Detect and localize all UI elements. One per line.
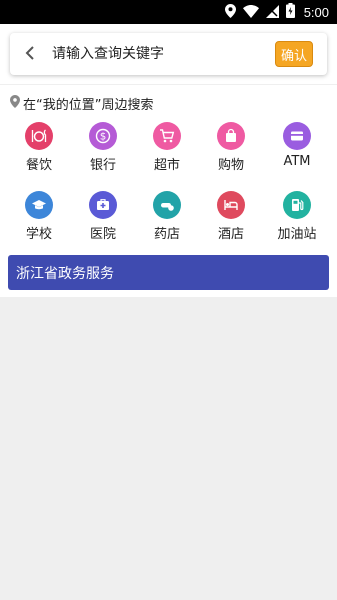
category-label: ATM: [283, 154, 311, 169]
pharmacy-pill-icon: [153, 191, 181, 219]
category-label: 餐饮: [25, 158, 52, 173]
category-label: 加油站: [277, 227, 317, 242]
dining-icon: [25, 122, 53, 150]
category-label: 学校: [25, 227, 52, 242]
hospital-icon: [89, 191, 117, 219]
category-dining[interactable]: 餐饮: [14, 122, 64, 173]
gas-station-icon: [283, 191, 311, 219]
category-label: 银行: [89, 158, 116, 173]
chevron-left-icon: [25, 45, 35, 64]
search-bar: 确认: [10, 33, 327, 75]
category-panel: 在“我的位置”周边搜索 餐饮 $ 银行 超市 购物 ATM 学校 医院 药店 酒…: [0, 85, 337, 297]
category-school[interactable]: 学校: [14, 191, 64, 242]
category-label: 超市: [153, 158, 180, 173]
atm-card-icon: [283, 122, 311, 150]
category-hotel[interactable]: 酒店: [206, 191, 256, 242]
battery-icon: [285, 2, 295, 22]
search-input[interactable]: [52, 41, 272, 67]
bank-icon: $: [89, 122, 117, 150]
category-shopping[interactable]: 购物: [206, 122, 256, 173]
back-button[interactable]: [18, 42, 42, 66]
svg-text:$: $: [100, 132, 106, 143]
status-icons: 5:00: [224, 0, 329, 24]
confirm-button[interactable]: 确认: [275, 41, 313, 67]
supermarket-cart-icon: [153, 122, 181, 150]
wifi-icon: [242, 3, 259, 22]
category-hospital[interactable]: 医院: [78, 191, 128, 242]
status-bar: 5:00: [0, 0, 337, 24]
category-bank[interactable]: $ 银行: [78, 122, 128, 173]
category-label: 酒店: [217, 227, 244, 242]
school-cap-icon: [25, 191, 53, 219]
nearby-search-title: 在“我的位置”周边搜索: [10, 94, 153, 113]
location-pin-icon: [10, 95, 20, 112]
category-gas-station[interactable]: 加油站: [272, 191, 322, 242]
hotel-bed-icon: [217, 191, 245, 219]
category-pharmacy[interactable]: 药店: [142, 191, 192, 242]
category-atm[interactable]: ATM: [272, 122, 322, 169]
nearby-title-text: 在“我的位置”周边搜索: [23, 98, 154, 113]
signal-icon: [265, 3, 279, 22]
category-supermarket[interactable]: 超市: [142, 122, 192, 173]
gov-service-banner[interactable]: 浙江省政务服务: [8, 255, 329, 290]
category-label: 医院: [89, 227, 116, 242]
location-icon: [224, 3, 236, 22]
status-time: 5:00: [303, 4, 329, 20]
category-label: 购物: [217, 158, 244, 173]
category-label: 药店: [153, 227, 180, 242]
shopping-bag-icon: [217, 122, 245, 150]
